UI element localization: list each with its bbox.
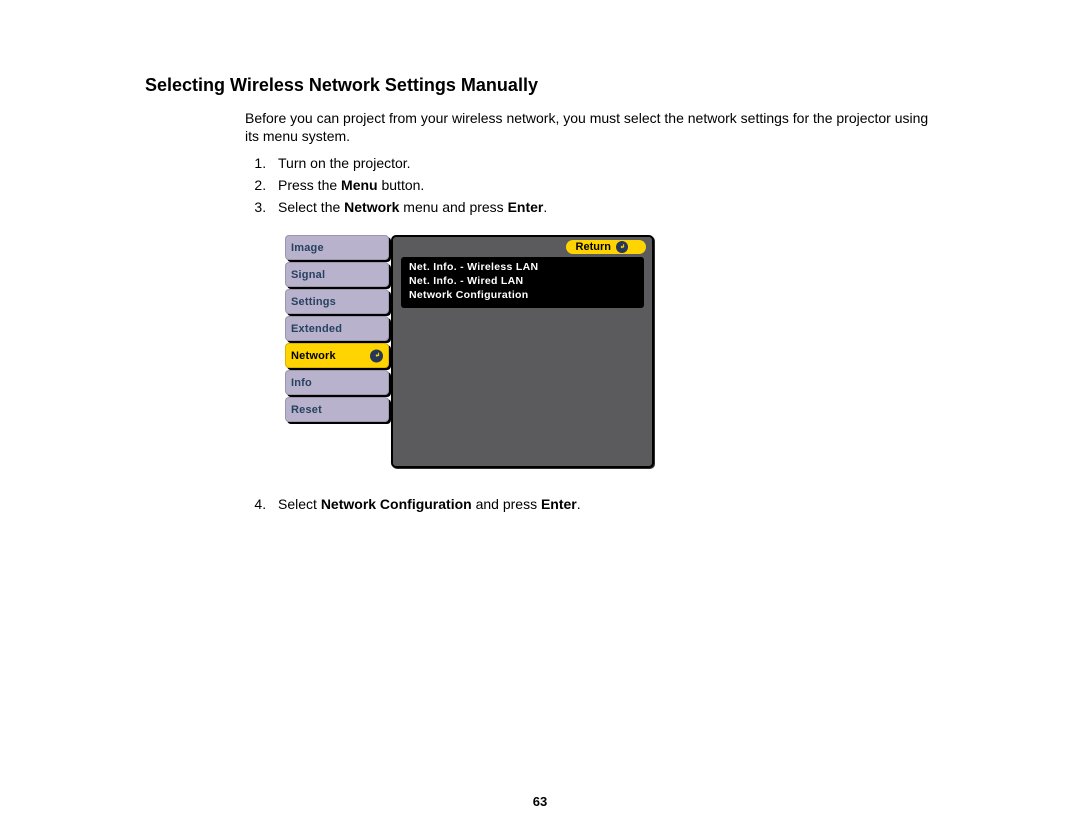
intro-paragraph: Before you can project from your wireles… xyxy=(245,110,935,145)
return-button[interactable]: Return xyxy=(566,240,646,254)
osd-menu-list: Net. Info. - Wireless LAN Net. Info. - W… xyxy=(401,257,644,308)
step-list-continued: Select Network Configuration and press E… xyxy=(245,496,935,512)
menu-item-wireless-lan[interactable]: Net. Info. - Wireless LAN xyxy=(409,260,636,274)
step-4: Select Network Configuration and press E… xyxy=(270,496,935,512)
projector-menu-screenshot: Image Signal Settings Extended Network I… xyxy=(285,235,652,466)
step-1: Turn on the projector. xyxy=(270,155,935,171)
sidebar-item-reset[interactable]: Reset xyxy=(285,397,389,422)
sidebar-item-image[interactable]: Image xyxy=(285,235,389,260)
menu-item-wired-lan[interactable]: Net. Info. - Wired LAN xyxy=(409,274,636,288)
page-number: 63 xyxy=(0,794,1080,809)
step-2: Press the Menu button. xyxy=(270,177,935,193)
sidebar-item-extended[interactable]: Extended xyxy=(285,316,389,341)
enter-icon xyxy=(616,241,628,253)
sidebar-item-network[interactable]: Network xyxy=(285,343,389,368)
section-heading: Selecting Wireless Network Settings Manu… xyxy=(145,75,935,96)
sidebar-item-info[interactable]: Info xyxy=(285,370,389,395)
step-list: Turn on the projector. Press the Menu bu… xyxy=(245,155,935,215)
step-3: Select the Network menu and press Enter. xyxy=(270,199,935,215)
enter-icon xyxy=(370,349,383,362)
sidebar-item-settings[interactable]: Settings xyxy=(285,289,389,314)
osd-content-panel: Return Net. Info. - Wireless LAN Net. In… xyxy=(391,235,654,468)
sidebar-item-signal[interactable]: Signal xyxy=(285,262,389,287)
osd-sidebar: Image Signal Settings Extended Network I… xyxy=(285,235,389,422)
menu-item-network-config[interactable]: Network Configuration xyxy=(409,288,636,302)
